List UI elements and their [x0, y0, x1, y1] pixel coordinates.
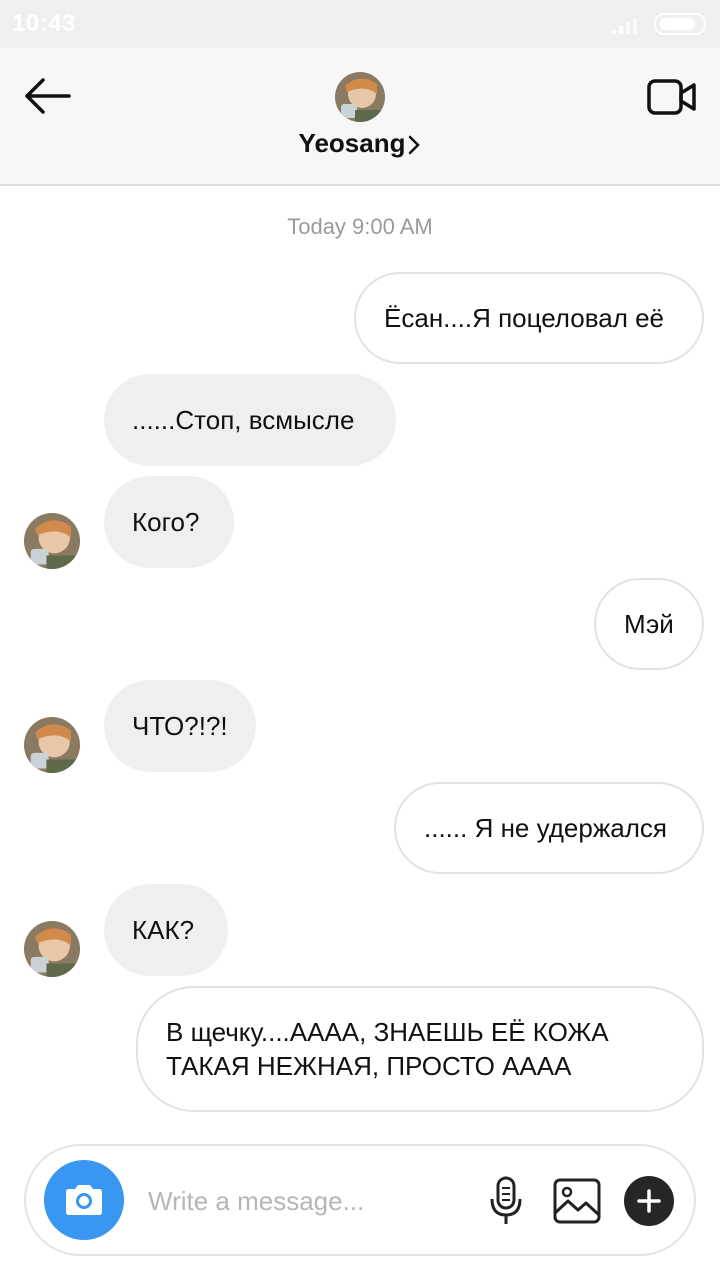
contact-name: Yeosang [298, 128, 406, 158]
sender-avatar[interactable] [24, 717, 80, 773]
contact-name-link[interactable]: Yeosang [260, 128, 460, 159]
plus-icon [637, 1189, 661, 1213]
microphone-button[interactable] [484, 1174, 528, 1228]
message-text: ......Стоп, всмысле [132, 405, 355, 435]
message-input[interactable] [148, 1176, 478, 1226]
camera-button[interactable] [44, 1160, 124, 1240]
message-incoming[interactable]: КАК? [104, 884, 228, 976]
message-composer [24, 1144, 696, 1256]
message-outgoing[interactable]: В щечку....АААА, ЗНАЕШЬ ЕЁ КОЖА ТАКАЯ НЕ… [136, 986, 704, 1112]
video-call-icon [647, 79, 696, 115]
battery-icon [654, 13, 706, 35]
chat-header: Yeosang [0, 48, 720, 186]
gallery-button[interactable] [550, 1174, 604, 1228]
signal-icon [612, 18, 637, 34]
add-content-button[interactable] [624, 1176, 674, 1226]
gallery-icon [553, 1178, 601, 1224]
back-button[interactable] [18, 70, 78, 122]
microphone-icon [490, 1176, 522, 1224]
message-incoming[interactable]: ЧТО?!?! [104, 680, 256, 772]
message-incoming[interactable]: Кого? [104, 476, 234, 568]
camera-icon [66, 1185, 102, 1215]
message-outgoing[interactable]: Мэй [594, 578, 704, 670]
sender-avatar[interactable] [24, 921, 80, 977]
status-time: 10:43 [12, 10, 76, 37]
message-text: Мэй [624, 609, 674, 639]
contact-avatar[interactable] [335, 72, 385, 122]
message-outgoing[interactable]: Ёсан....Я поцеловал её [354, 272, 704, 364]
message-text: Кого? [132, 507, 200, 537]
message-text: Ёсан....Я поцеловал её [384, 303, 665, 333]
message-text: ...... Я не удержался [424, 813, 667, 843]
sender-avatar[interactable] [24, 513, 80, 569]
message-outgoing[interactable]: ...... Я не удержался [394, 782, 704, 874]
chevron-right-icon [409, 135, 421, 155]
battery-level [659, 18, 695, 30]
message-timestamp: Today 9:00 AM [287, 214, 433, 239]
video-call-button[interactable] [640, 70, 704, 124]
back-arrow-icon [25, 78, 71, 114]
message-text: В щечку....АААА, ЗНАЕШЬ ЕЁ КОЖА ТАКАЯ НЕ… [166, 1017, 609, 1081]
message-text: ЧТО?!?! [132, 711, 228, 741]
message-text: КАК? [132, 915, 195, 945]
chat-screen: 10:43 Yeosang Today 9:00 AM Ёсан....Я по… [0, 0, 720, 1280]
status-bar: 10:43 [0, 0, 720, 48]
message-incoming[interactable]: ......Стоп, всмысле [104, 374, 396, 466]
